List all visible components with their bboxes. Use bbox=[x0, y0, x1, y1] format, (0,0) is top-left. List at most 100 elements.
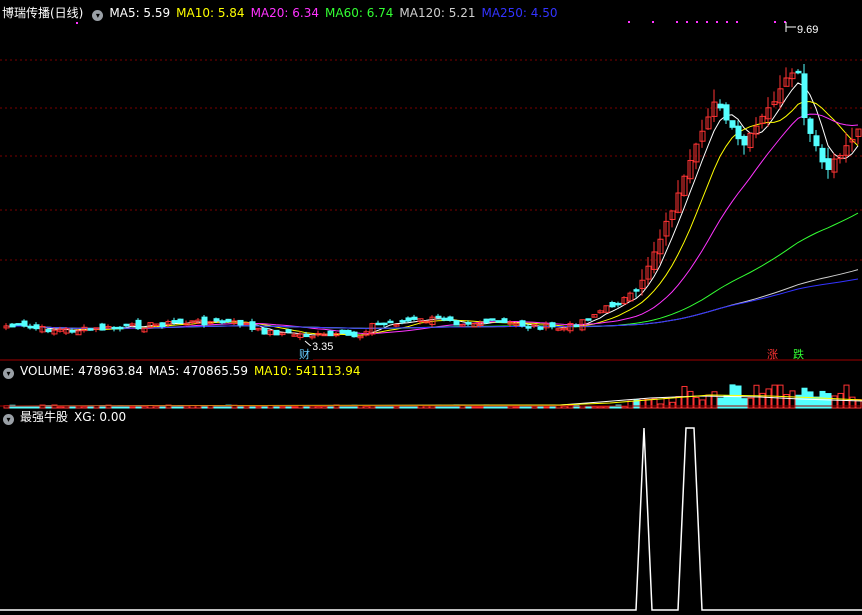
candle-body bbox=[735, 125, 742, 140]
candle-body bbox=[27, 325, 34, 329]
candle-body bbox=[225, 318, 232, 323]
candle-body bbox=[489, 318, 496, 321]
candle-body bbox=[573, 324, 580, 328]
candle-body bbox=[741, 135, 748, 146]
volume-bar bbox=[537, 406, 544, 409]
candle-body bbox=[483, 318, 490, 324]
marker-dots bbox=[76, 21, 786, 24]
candle-body bbox=[807, 118, 814, 134]
candle-body bbox=[99, 323, 106, 331]
volume-bars bbox=[0, 384, 862, 409]
volume-bar bbox=[345, 405, 352, 409]
volume-bar bbox=[243, 405, 250, 409]
volume-bar bbox=[513, 406, 520, 409]
volume-bar bbox=[603, 406, 610, 409]
volume-bar bbox=[543, 406, 550, 409]
candle-body bbox=[609, 302, 616, 308]
volume-bar bbox=[765, 388, 772, 409]
marker-dot bbox=[726, 21, 728, 23]
kline-chart[interactable]: 9.69 3.35 财 涨 跌 bbox=[0, 0, 862, 615]
candle-body bbox=[201, 316, 208, 326]
candle-body bbox=[273, 329, 280, 336]
finance-marker[interactable]: 财 bbox=[299, 347, 310, 361]
candle-body bbox=[69, 330, 76, 333]
candle-body bbox=[453, 320, 460, 326]
high-price-label: 9.69 bbox=[797, 24, 818, 36]
candle-body bbox=[21, 320, 28, 327]
volume-bar bbox=[741, 398, 748, 409]
candle-body bbox=[549, 322, 556, 328]
volume-bar bbox=[627, 400, 634, 409]
volume-bar bbox=[15, 405, 22, 409]
volume-bar bbox=[111, 406, 118, 409]
marker-dot bbox=[686, 21, 688, 23]
volume-bar bbox=[339, 406, 346, 409]
candle-body bbox=[111, 326, 118, 330]
volume-bar bbox=[183, 405, 190, 409]
marker-dot bbox=[652, 21, 654, 23]
candle-body bbox=[285, 329, 292, 333]
candle-body bbox=[501, 318, 508, 324]
volume-bar bbox=[477, 406, 484, 409]
volume-bar bbox=[393, 405, 400, 409]
candle-body bbox=[237, 319, 244, 326]
candle-body bbox=[411, 316, 418, 320]
candle-body bbox=[117, 326, 124, 330]
candle-body bbox=[801, 73, 808, 119]
candle-body bbox=[159, 322, 166, 328]
volume-bar bbox=[801, 387, 808, 409]
candle-body bbox=[447, 316, 454, 322]
volume-bar bbox=[789, 390, 796, 409]
volume-bar bbox=[531, 405, 538, 409]
candle-body bbox=[9, 323, 16, 328]
candle-body bbox=[339, 329, 346, 334]
marker-dot bbox=[76, 22, 78, 24]
volume-bar bbox=[591, 406, 598, 409]
volume-bar bbox=[747, 397, 754, 409]
candle-body bbox=[435, 315, 442, 319]
candle-body bbox=[819, 147, 826, 163]
candle-body bbox=[519, 320, 526, 327]
candle-body bbox=[249, 321, 256, 330]
candle-body bbox=[123, 323, 130, 327]
marker-dot bbox=[736, 21, 738, 23]
ma-line bbox=[5, 212, 859, 330]
candle-body bbox=[87, 328, 94, 331]
candle-body bbox=[327, 330, 334, 337]
volume-bar bbox=[363, 405, 370, 409]
volume-bar bbox=[321, 406, 328, 409]
volume-bar bbox=[471, 406, 478, 409]
volume-bar bbox=[717, 397, 724, 409]
candle-body bbox=[261, 327, 268, 335]
marker-dot bbox=[696, 21, 698, 23]
marker-dot bbox=[676, 21, 678, 23]
candle-body bbox=[813, 135, 820, 147]
candle-body bbox=[525, 326, 532, 329]
signal-polyline bbox=[0, 427, 862, 611]
rise-label[interactable]: 涨 bbox=[767, 348, 778, 361]
fall-label[interactable]: 跌 bbox=[793, 347, 804, 361]
candle-body bbox=[45, 329, 52, 333]
candle-body bbox=[825, 158, 832, 170]
ma-line bbox=[5, 100, 859, 336]
candlesticks bbox=[3, 63, 862, 341]
volume-bar bbox=[255, 406, 262, 409]
volume-bar bbox=[585, 405, 592, 409]
volume-bar bbox=[291, 406, 298, 409]
candle-body bbox=[213, 318, 220, 322]
volume-bar bbox=[699, 399, 706, 409]
volume-bar bbox=[507, 405, 514, 409]
candle-body bbox=[171, 320, 178, 323]
candle-body bbox=[219, 320, 226, 324]
candle-body bbox=[375, 322, 382, 326]
volume-bar bbox=[57, 406, 64, 409]
volume-bar bbox=[141, 406, 148, 409]
volume-bar bbox=[21, 405, 28, 409]
marker-dot bbox=[716, 21, 718, 23]
candle-body bbox=[177, 318, 184, 324]
candle-body bbox=[345, 329, 352, 336]
volume-bar bbox=[621, 406, 628, 409]
candle-body bbox=[615, 302, 622, 306]
volume-bar bbox=[303, 405, 310, 409]
volume-bar bbox=[75, 405, 82, 409]
